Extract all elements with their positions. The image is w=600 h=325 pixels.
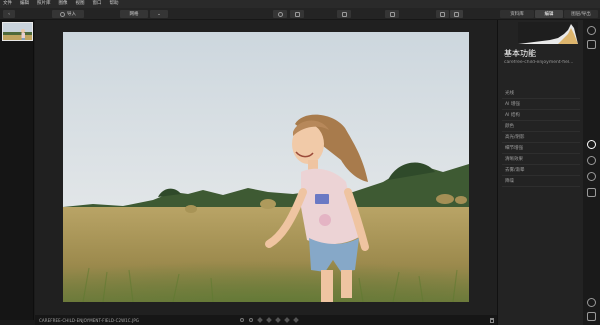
section-ai-structure[interactable]: AI 结构 <box>502 110 580 121</box>
crop-button[interactable] <box>337 10 351 18</box>
arrow-left-icon: ‹ <box>8 11 10 17</box>
palette-icon[interactable] <box>587 156 596 165</box>
star-icon[interactable] <box>266 317 272 323</box>
import-label: 导入 <box>67 12 76 17</box>
menu-window[interactable]: 窗口 <box>93 0 102 8</box>
share-icon <box>389 11 395 17</box>
status-bar: CAREFREE-CHILD-ENJOYMENT-FIELD-C2W1C.JPG <box>35 315 497 325</box>
portrait-icon[interactable] <box>587 172 596 181</box>
panel-subtitle: carefree-child-enjoyment-fiel... <box>504 60 574 65</box>
eye-button[interactable] <box>273 10 287 18</box>
tab-library[interactable]: 资料库 <box>500 10 534 18</box>
tab-edit[interactable]: 编辑 <box>535 10 563 18</box>
history-icon[interactable] <box>587 298 596 307</box>
menu-file[interactable]: 文件 <box>3 0 12 8</box>
section-detail[interactable]: 细节增强 <box>502 143 580 154</box>
frame-icon[interactable] <box>587 40 596 49</box>
filename-label: CAREFREE-CHILD-ENJOYMENT-FIELD-C2W1C.JPG <box>39 317 140 323</box>
section-dehaze-vignette[interactable]: 去雾/渐晕 <box>502 165 580 176</box>
menu-view[interactable]: 视图 <box>76 0 85 8</box>
section-color[interactable]: 颜色 <box>502 121 580 132</box>
section-light[interactable]: 光线 <box>502 88 580 99</box>
main-photo <box>63 32 469 302</box>
grid-view-button[interactable] <box>450 10 463 18</box>
thumbnail[interactable] <box>2 22 33 41</box>
section-clarity[interactable]: 清晰效果 <box>502 154 580 165</box>
eye-icon <box>277 11 283 17</box>
section-denoise[interactable]: 降噪 <box>502 176 580 187</box>
add-icon <box>60 11 65 17</box>
rating-controls <box>240 317 299 323</box>
filmstrip <box>0 20 34 320</box>
trash-icon[interactable] <box>490 317 494 323</box>
tab-export[interactable]: 图层/导出 <box>564 10 598 18</box>
star-icon[interactable] <box>257 317 263 323</box>
section-highlights-shadows[interactable]: 高光/阴影 <box>502 132 580 143</box>
adjustments-panel: 基本功能 carefree-child-enjoyment-fiel... 光线… <box>497 20 583 325</box>
menu-edit[interactable]: 编辑 <box>20 0 29 8</box>
adjustment-section-list: 光线 AI 增强 AI 结构 颜色 高光/阴影 细节增强 清晰效果 去雾/渐晕 … <box>502 88 580 187</box>
view-mode-button[interactable]: 网格 <box>120 10 148 18</box>
star-icon[interactable] <box>293 317 299 323</box>
view-label: 网格 <box>129 12 139 17</box>
toolbar: ‹ 导入 网格 ⌄ 资料库 编辑 图层/导出 <box>0 8 600 20</box>
star-icon[interactable] <box>284 317 290 323</box>
compare-icon <box>294 11 300 17</box>
crop-icon <box>341 11 347 17</box>
single-view-button[interactable] <box>436 10 449 18</box>
image-canvas[interactable] <box>35 20 497 315</box>
share-button[interactable] <box>385 10 399 18</box>
chevron-down-icon: ⌄ <box>157 11 161 17</box>
presets-icon[interactable] <box>587 312 596 321</box>
sun-icon[interactable] <box>587 140 596 149</box>
reject-icon[interactable] <box>240 318 244 322</box>
menu-library[interactable]: 照片库 <box>37 0 51 8</box>
gallery-icon[interactable] <box>587 188 596 197</box>
flag-icon[interactable] <box>249 318 253 322</box>
back-button[interactable]: ‹ <box>3 10 15 18</box>
star-icon[interactable] <box>275 317 281 323</box>
chevron-button[interactable]: ⌄ <box>150 10 168 18</box>
histogram <box>518 22 578 44</box>
frame-icon <box>454 11 459 17</box>
menu-help[interactable]: 帮助 <box>110 0 119 8</box>
menu-image[interactable]: 图像 <box>59 0 68 8</box>
section-ai-enhance[interactable]: AI 增强 <box>502 99 580 110</box>
tool-rail <box>583 20 600 325</box>
menubar: 文件 编辑 照片库 图像 视图 窗口 帮助 <box>0 0 600 8</box>
layers-icon[interactable] <box>587 26 596 35</box>
panel-title: 基本功能 <box>504 49 536 58</box>
import-button[interactable]: 导入 <box>52 10 84 18</box>
compare-button[interactable] <box>290 10 304 18</box>
single-view-icon <box>440 11 445 17</box>
